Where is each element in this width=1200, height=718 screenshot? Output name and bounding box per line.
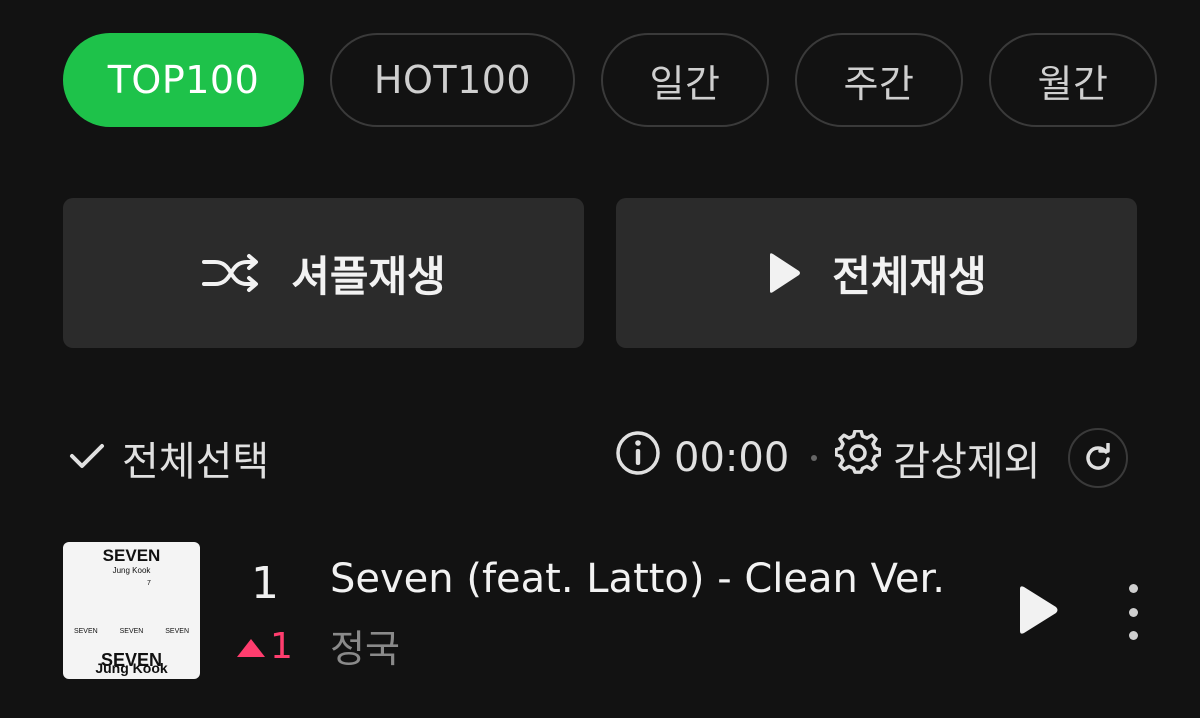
tab-weekly[interactable]: 주간 [795, 33, 963, 127]
cover-title: SEVEN [102, 546, 161, 565]
more-icon-dot [1128, 631, 1138, 640]
track-artist[interactable]: 정국 [330, 618, 400, 673]
playlist-tools: 00:00 감상제외 [614, 425, 1129, 491]
tab-hot100[interactable]: HOT100 [330, 33, 575, 127]
rank-up-icon [236, 626, 266, 667]
select-all-label: 전체선택 [122, 439, 270, 485]
rank-change: 1 [236, 626, 293, 667]
shuffle-play-button[interactable]: 셔플재생 [63, 198, 584, 348]
cover-bottom-artist: Jung Kook [95, 660, 168, 676]
track-play-button[interactable] [1014, 584, 1060, 636]
track-rank: 1 [251, 558, 279, 609]
check-icon [68, 435, 106, 481]
cover-subtitle: Jung Kook [112, 566, 151, 575]
cover-small-labels: SEVEN SEVEN SEVEN [63, 628, 200, 635]
cover-small-label: SEVEN [73, 628, 98, 635]
more-icon [1128, 584, 1138, 593]
play-all-label: 전체재생 [832, 251, 987, 301]
listening-time: 00:00 [674, 435, 790, 481]
exclude-label: 감상제외 [893, 439, 1041, 485]
play-icon [766, 251, 802, 295]
refresh-button[interactable] [1068, 428, 1129, 488]
tab-top100[interactable]: TOP100 [63, 33, 304, 127]
exclude-listening-button[interactable]: 감상제외 [834, 429, 1041, 487]
cover-small-label: SEVEN [165, 628, 189, 635]
separator-dot [811, 455, 818, 461]
play-icon [1014, 586, 1060, 640]
refresh-icon [1084, 435, 1112, 481]
tab-daily[interactable]: 일간 [601, 33, 769, 127]
shuffle-icon [201, 252, 261, 294]
more-options-button[interactable] [1118, 584, 1148, 640]
gear-icon [834, 429, 883, 486]
info-icon[interactable] [614, 429, 662, 487]
select-all-toggle[interactable]: 전체선택 [68, 425, 269, 491]
tab-monthly[interactable]: 월간 [989, 33, 1157, 127]
play-all-button[interactable]: 전체재생 [616, 198, 1137, 348]
shuffle-play-label: 셔플재생 [291, 251, 446, 301]
rank-change-value: 1 [270, 626, 293, 667]
album-cover[interactable]: SEVEN Jung Kook 7 SEVEN SEVEN SEVEN SEVE… [63, 542, 200, 679]
cover-mark: 7 [147, 580, 151, 587]
track-title[interactable]: Seven (feat. Latto) - Clean Ver. [330, 556, 945, 602]
chart-tabs: TOP100 HOT100 일간 주간 월간 [63, 33, 1157, 127]
cover-small-label: SEVEN [119, 628, 144, 635]
more-icon-dot [1128, 607, 1138, 617]
